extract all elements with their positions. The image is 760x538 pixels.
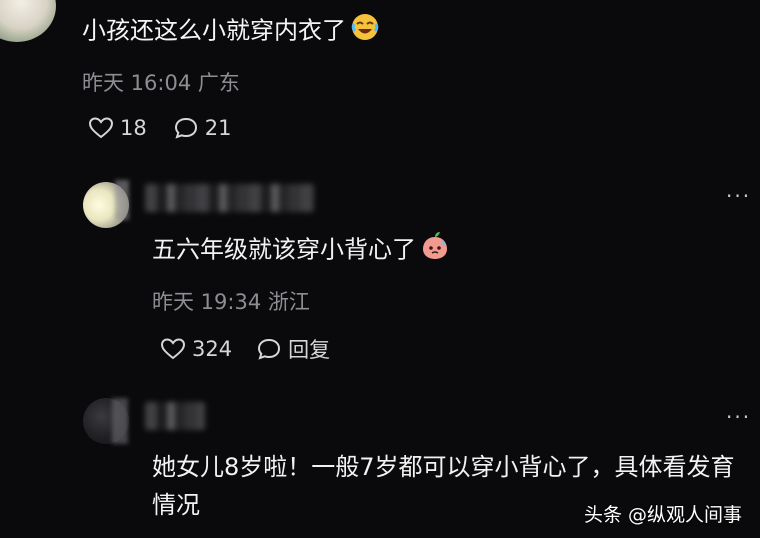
reply-label: 回复 (288, 338, 331, 362)
comment-meta: 昨天 16:04 广东 (82, 71, 240, 95)
reply-button[interactable]: 回复 (256, 334, 330, 364)
like-button[interactable]: 324 (160, 337, 232, 361)
comment-bubble-icon (173, 116, 205, 140)
reply-count-button[interactable]: 21 (173, 116, 232, 140)
like-count: 18 (120, 116, 147, 140)
comment-actions: 18 21 (88, 116, 231, 140)
more-options-button[interactable]: ··· (726, 186, 751, 206)
more-options-button[interactable]: ··· (726, 407, 751, 427)
like-count: 324 (192, 337, 233, 361)
heart-icon (160, 337, 192, 361)
reply-text: 五六年级就该穿小背心了 (152, 235, 416, 264)
reply-body: 五六年级就该穿小背心了 (152, 231, 450, 270)
like-button[interactable]: 18 (88, 116, 147, 140)
redacted-username (145, 402, 205, 430)
redacted-username (145, 184, 315, 212)
comment-text: 小孩还这么小就穿内衣了 (82, 16, 346, 45)
peach-sweat-emoji-icon (420, 231, 450, 270)
heart-icon (88, 116, 120, 140)
redacted-name-strip (112, 398, 128, 444)
comment-body: 小孩还这么小就穿内衣了 (82, 12, 380, 51)
comment-bubble-icon (256, 337, 288, 361)
watermark: 头条 @纵观人间事 (584, 504, 743, 526)
laughing-tears-emoji-icon (350, 12, 380, 51)
reply-actions: 324 回复 (160, 334, 330, 364)
redacted-name-strip (115, 180, 129, 220)
reply-count: 21 (204, 116, 232, 140)
commenter-avatar[interactable] (0, 0, 56, 42)
reply-meta: 昨天 19:34 浙江 (152, 290, 310, 314)
